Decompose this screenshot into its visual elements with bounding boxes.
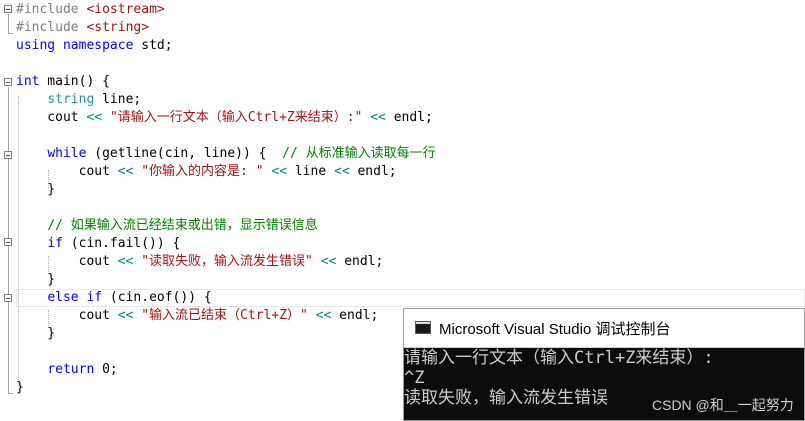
console-output-line: 请输入一行文本（输入Ctrl+Z来结束）: (404, 348, 714, 368)
console-titlebar[interactable]: Microsoft Visual Studio 调试控制台 (404, 309, 804, 348)
code-token: << (117, 164, 134, 179)
code-token: (getline(cin, line)) { (86, 146, 283, 161)
code-token: else (47, 290, 79, 305)
collapse-icon[interactable] (4, 151, 12, 159)
code-token: << (320, 254, 337, 269)
fold-line (8, 14, 9, 33)
code-line: if (cin.fail()) { (16, 235, 180, 253)
code-token: namespace (62, 38, 134, 53)
code-token: if (86, 290, 103, 305)
code-token: << (271, 164, 288, 179)
code-token: cout (16, 110, 87, 125)
code-token: if (47, 236, 63, 251)
code-token: string (47, 92, 95, 107)
code-token: } (16, 380, 24, 395)
code-token: cout (16, 254, 118, 269)
fold-end (8, 33, 13, 34)
code-token: } (16, 326, 56, 341)
code-token: "请输入一行文本（输入Ctrl+Z来结束）:" (109, 110, 363, 125)
code-token: return (47, 362, 95, 377)
code-token: << (370, 110, 386, 125)
code-token: cout (16, 164, 118, 179)
code-line: } (16, 271, 55, 289)
code-token: << (117, 308, 134, 323)
code-token: endl; (331, 308, 379, 323)
code-token: << (86, 110, 103, 125)
console-app-icon (415, 321, 431, 334)
code-token: "你输入的内容是: " (141, 164, 264, 179)
code-token: } (16, 272, 56, 287)
code-token: std; (133, 38, 173, 53)
code-token: "读取失败，输入流发生错误" (141, 254, 313, 269)
code-line: cout << "输入流已结束（Ctrl+Z）" << endl; (16, 307, 379, 325)
code-line: // 如果输入流已经结束或出错，显示错误信息 (16, 217, 318, 235)
code-line: } (16, 181, 55, 199)
code-line: else if (cin.eof()) { (16, 289, 212, 307)
code-token: // 如果输入流已经结束或出错，显示错误信息 (47, 218, 318, 233)
collapse-icon[interactable] (4, 294, 12, 302)
code-line: cout << "请输入一行文本（输入Ctrl+Z来结束）:" << endl; (16, 109, 433, 127)
code-line: while (getline(cin, line)) { // 从标准输入读取每… (16, 145, 436, 163)
code-line: #include <string> (16, 19, 149, 37)
code-token: using (16, 38, 56, 53)
code-line: #include <iostream> (16, 1, 165, 19)
code-token: line (287, 164, 334, 179)
watermark: CSDN @和＿一起努力 (652, 397, 794, 413)
code-token: << (334, 164, 350, 179)
code-token: while (47, 146, 87, 161)
code-token: endl; (349, 164, 397, 179)
code-line: cout << "你输入的内容是: " << line << endl; (16, 163, 397, 181)
code-token: (cin.eof()) { (102, 290, 212, 305)
collapse-icon[interactable] (4, 78, 12, 86)
code-token: endl; (385, 110, 433, 125)
collapse-icon[interactable] (4, 5, 12, 13)
fold-end (8, 393, 13, 394)
code-token: << (315, 308, 332, 323)
code-token: cout (16, 308, 118, 323)
code-line: } (16, 325, 55, 343)
code-token: int (16, 74, 40, 89)
code-line: } (16, 379, 24, 397)
code-line: using namespace std; (16, 37, 173, 55)
code-token: endl; (336, 254, 384, 269)
console-title: Microsoft Visual Studio 调试控制台 (439, 321, 671, 338)
code-token: <string> (86, 20, 150, 35)
code-token: #include (16, 20, 87, 35)
code-token: << (117, 254, 134, 269)
console-output-line: ^Z (404, 368, 425, 388)
code-token: main() { (39, 74, 110, 89)
code-line: string line; (16, 91, 141, 109)
code-token: } (16, 182, 56, 197)
code-token: // 从标准输入读取每一行 (282, 146, 436, 161)
code-token: 0; (94, 362, 118, 377)
collapse-icon[interactable] (4, 238, 12, 246)
code-token: #include (16, 2, 87, 17)
code-line: return 0; (16, 361, 118, 379)
code-token: <iostream> (86, 2, 165, 17)
console-output-line: 读取失败，输入流发生错误 (404, 388, 608, 408)
code-line: cout << "读取失败，输入流发生错误" << endl; (16, 253, 384, 271)
code-line: int main() { (16, 73, 110, 91)
code-token: (cin.fail()) { (62, 236, 181, 251)
code-token: line; (94, 92, 142, 107)
code-token: "输入流已结束（Ctrl+Z）" (141, 308, 308, 323)
